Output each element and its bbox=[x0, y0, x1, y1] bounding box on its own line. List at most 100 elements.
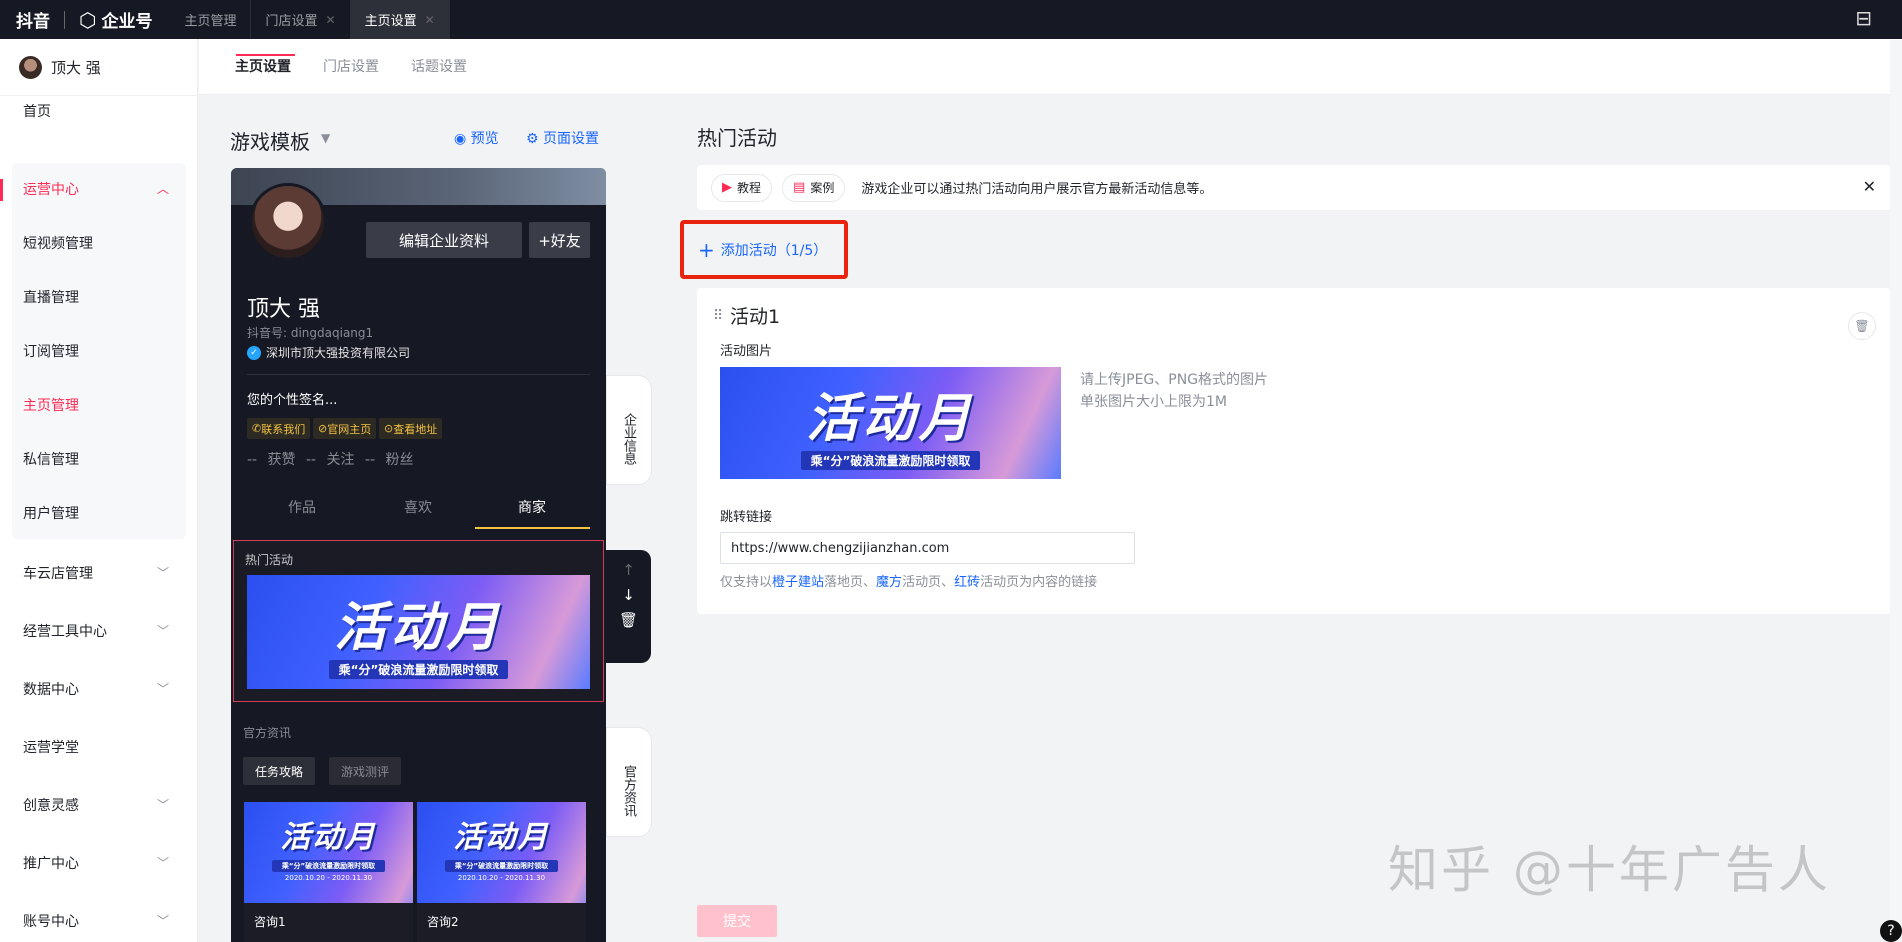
tab-topic-settings[interactable]: 话题设置 bbox=[411, 56, 467, 76]
news-chip-review[interactable]: 游戏测评 bbox=[329, 757, 402, 785]
chevron-up-icon[interactable]: ︿ bbox=[157, 180, 169, 197]
brand-name: 抖音 bbox=[16, 12, 50, 32]
chevron-down-icon[interactable]: ﹀ bbox=[157, 564, 169, 581]
location-icon: ⊙ bbox=[384, 422, 394, 435]
close-icon[interactable]: ✕ bbox=[326, 13, 336, 27]
top-tab-homepage-settings[interactable]: 主页设置 ✕ bbox=[350, 0, 450, 39]
page-title: 热门活动 bbox=[697, 126, 777, 150]
sidebar-item-car-store[interactable]: 车云店管理 bbox=[23, 563, 93, 583]
sidebar-item-messages[interactable]: 私信管理 bbox=[23, 449, 79, 469]
help-icon[interactable]: ? bbox=[1880, 920, 1902, 942]
sidebar-item-academy[interactable]: 运营学堂 bbox=[23, 737, 79, 757]
upload-hint-size: 单张图片大小上限为1M bbox=[1080, 394, 1227, 410]
brand[interactable]: ♪ 抖音 ⬡ 企业号 bbox=[0, 7, 153, 309]
sidebar-item-homepage[interactable]: 主页管理 bbox=[23, 395, 79, 415]
chevron-down-icon[interactable]: ﹀ bbox=[157, 796, 169, 813]
mofang-link[interactable]: 魔方 bbox=[876, 575, 902, 590]
scrollbar[interactable] bbox=[1890, 40, 1902, 940]
chevron-down-icon[interactable]: ﹀ bbox=[157, 680, 169, 697]
divider bbox=[247, 374, 590, 375]
trash-icon[interactable]: 🗑 bbox=[606, 608, 651, 633]
sidebar-item-account[interactable]: 账号中心 bbox=[23, 911, 79, 931]
sidebar-item-operations-center[interactable]: 运营中心 bbox=[23, 179, 79, 199]
add-activity-button[interactable]: + 添加活动（1/5） bbox=[680, 220, 848, 279]
company-verification: ✓ 深圳市顶大强投资有限公司 bbox=[247, 344, 410, 361]
banner-title: 活动月 bbox=[334, 598, 503, 658]
activity-image[interactable]: 活动月 乘“分”破浪流量激励限时领取 bbox=[720, 367, 1061, 479]
active-indicator bbox=[0, 179, 3, 201]
address-chip[interactable]: ⊙ 查看地址 bbox=[379, 418, 443, 439]
submit-button[interactable]: 提交 bbox=[697, 905, 777, 937]
news-card-subtitle: 乘“分”破浪流量激励限时领取 bbox=[444, 860, 559, 872]
sidebar-item-tools[interactable]: 经营工具中心 bbox=[23, 621, 107, 641]
watermark: 知乎 @十年广告人 bbox=[1388, 841, 1831, 899]
page-settings-button[interactable]: ⚙ 页面设置 bbox=[526, 128, 599, 148]
note-text: 仅支持以 bbox=[720, 575, 773, 590]
sidebar-item-users[interactable]: 用户管理 bbox=[23, 503, 79, 523]
chevron-down-icon[interactable]: ﹀ bbox=[157, 622, 169, 639]
top-tab-home-management[interactable]: 主页管理 bbox=[170, 0, 252, 39]
sidebar-item-data[interactable]: 数据中心 bbox=[23, 679, 79, 699]
note-text: 活动页、 bbox=[902, 575, 955, 590]
sidebar-item-live[interactable]: 直播管理 bbox=[23, 287, 79, 307]
chevron-down-icon[interactable]: ﹀ bbox=[157, 854, 169, 871]
eye-icon: ◉ bbox=[454, 131, 471, 147]
sidebar-item-subscription[interactable]: 订阅管理 bbox=[23, 341, 79, 361]
tab-homepage-settings[interactable]: 主页设置 bbox=[235, 56, 291, 76]
info-text: 游戏企业可以通过热门活动向用户展示官方最新活动信息等。 bbox=[861, 182, 1213, 197]
company-info-tab[interactable]: 企业信息 bbox=[606, 375, 652, 485]
sidebar-item-home[interactable]: 首页 bbox=[23, 101, 51, 121]
image-subtitle: 乘“分”破浪流量激励限时领取 bbox=[800, 451, 981, 470]
basket-icon[interactable]: ⊟ bbox=[1855, 6, 1872, 30]
orange-site-link[interactable]: 橙子建站 bbox=[772, 575, 824, 590]
official-news-tab[interactable]: 官方资讯 bbox=[606, 727, 652, 837]
drag-handle-icon[interactable]: ⠿ bbox=[713, 308, 723, 324]
chevron-down-icon[interactable]: ﹀ bbox=[157, 912, 169, 929]
activity-banner[interactable]: 活动月 乘“分”破浪流量激励限时领取 bbox=[247, 575, 590, 689]
tutorial-button[interactable]: ▶ 教程 bbox=[711, 173, 773, 202]
contact-us-chip[interactable]: ✆ 联系我们 bbox=[247, 418, 311, 439]
close-icon[interactable]: ✕ bbox=[1863, 177, 1876, 196]
avatar bbox=[19, 55, 42, 79]
hongzhuan-link[interactable]: 红砖 bbox=[954, 575, 980, 590]
top-tab-store-settings[interactable]: 门店设置 ✕ bbox=[251, 0, 351, 39]
news-card-caption: 咨询2 bbox=[417, 903, 586, 942]
upload-hint-format: 请上传JPEG、PNG格式的图片 bbox=[1080, 372, 1269, 388]
tab-likes[interactable]: 喜欢 bbox=[404, 497, 432, 517]
add-friend-button[interactable]: +好友 bbox=[529, 222, 590, 258]
tab-works[interactable]: 作品 bbox=[288, 497, 316, 517]
arrow-up-icon[interactable]: ↑ bbox=[606, 558, 651, 583]
tab-store-settings[interactable]: 门店设置 bbox=[323, 56, 379, 76]
tab-merchant[interactable]: 商家 bbox=[518, 497, 546, 517]
sidebar-user[interactable]: 顶大 强 bbox=[0, 39, 197, 96]
news-card-date: 2020.10.20 - 2020.11.30 bbox=[284, 874, 373, 882]
activity-card: ⠿ 活动1 🗑 活动图片 活动月 乘“分”破浪流量激励限时领取 请上传JPEG、… bbox=[697, 288, 1891, 614]
hot-activity-label: 热门活动 bbox=[245, 553, 294, 567]
news-card-1[interactable]: 活动月 乘“分”破浪流量激励限时领取 2020.10.20 - 2020.11.… bbox=[244, 802, 413, 942]
preview-button[interactable]: ◉ 预览 bbox=[454, 128, 499, 148]
top-tab-label: 主页管理 bbox=[184, 14, 237, 29]
jump-link-input[interactable] bbox=[720, 532, 1135, 564]
profile-avatar bbox=[249, 183, 327, 261]
sidebar-item-short-video[interactable]: 短视频管理 bbox=[23, 233, 93, 253]
arrow-down-icon[interactable]: ↓ bbox=[606, 583, 651, 608]
link-note: 仅支持以橙子建站落地页、魔方活动页、红砖活动页为内容的链接 bbox=[720, 571, 1097, 590]
close-icon[interactable]: ✕ bbox=[425, 13, 435, 27]
caret-down-icon[interactable]: ▼ bbox=[321, 131, 330, 145]
sidebar-item-promotion[interactable]: 推广中心 bbox=[23, 853, 79, 873]
website-chip[interactable]: ⊘ 官网主页 bbox=[313, 418, 377, 439]
delete-activity-button[interactable]: 🗑 bbox=[1848, 312, 1876, 340]
image-title: 活动月 bbox=[806, 389, 975, 449]
banner-subtitle: 乘“分”破浪流量激励限时领取 bbox=[328, 660, 509, 679]
news-card-2[interactable]: 活动月 乘“分”破浪流量激励限时领取 2020.10.20 - 2020.11.… bbox=[417, 802, 586, 942]
play-icon: ▶ bbox=[722, 180, 732, 195]
sidebar-item-inspiration[interactable]: 创意灵感 bbox=[23, 795, 79, 815]
activity-title: 活动1 bbox=[730, 306, 781, 328]
template-title[interactable]: 游戏模板 bbox=[230, 126, 310, 155]
profile-stats: -- 获赞 -- 关注 -- 粉丝 bbox=[247, 452, 414, 468]
case-button[interactable]: ▤ 案例 bbox=[782, 173, 846, 202]
news-chip-strategy[interactable]: 任务攻略 bbox=[243, 757, 316, 785]
product-name: 企业号 bbox=[101, 12, 153, 32]
hot-activity-module[interactable]: 热门活动 活动月 乘“分”破浪流量激励限时领取 bbox=[233, 540, 604, 702]
edit-company-profile-button[interactable]: 编辑企业资料 bbox=[366, 222, 522, 258]
